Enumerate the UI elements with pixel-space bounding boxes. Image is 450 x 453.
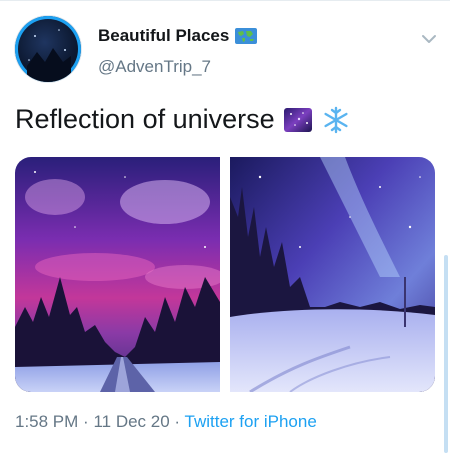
tweet-image-right[interactable]: [230, 157, 435, 392]
scrollbar[interactable]: [444, 255, 448, 453]
tweet-image-left[interactable]: [15, 157, 220, 392]
display-name[interactable]: Beautiful Places: [98, 26, 229, 46]
tweet-source-link[interactable]: Twitter for iPhone: [185, 412, 317, 431]
meta-separator: ·: [83, 412, 89, 431]
user-handle[interactable]: @AdvenTrip_7: [98, 57, 211, 77]
milky-way-icon: [283, 107, 312, 132]
chevron-down-icon[interactable]: [418, 28, 440, 50]
display-name-row[interactable]: Beautiful Places: [98, 26, 258, 46]
meta-separator-2: ·: [174, 412, 181, 431]
tweet-date[interactable]: 11 Dec 20: [93, 412, 169, 431]
snowflake-icon: [324, 106, 348, 133]
tweet-time[interactable]: 1:58 PM: [15, 412, 78, 431]
top-divider: [0, 0, 450, 1]
milky-way-snowy-forest-photo: [230, 157, 435, 392]
purple-sky-snowy-road-photo: [15, 157, 220, 392]
world-map-icon: [235, 28, 258, 44]
avatar[interactable]: [15, 16, 81, 82]
tweet-text: Reflection of universe: [15, 104, 275, 134]
tweet-meta: 1:58 PM · 11 Dec 20 · Twitter for iPhone: [15, 412, 317, 432]
tweet-text-row: Reflection of universe: [15, 104, 351, 135]
